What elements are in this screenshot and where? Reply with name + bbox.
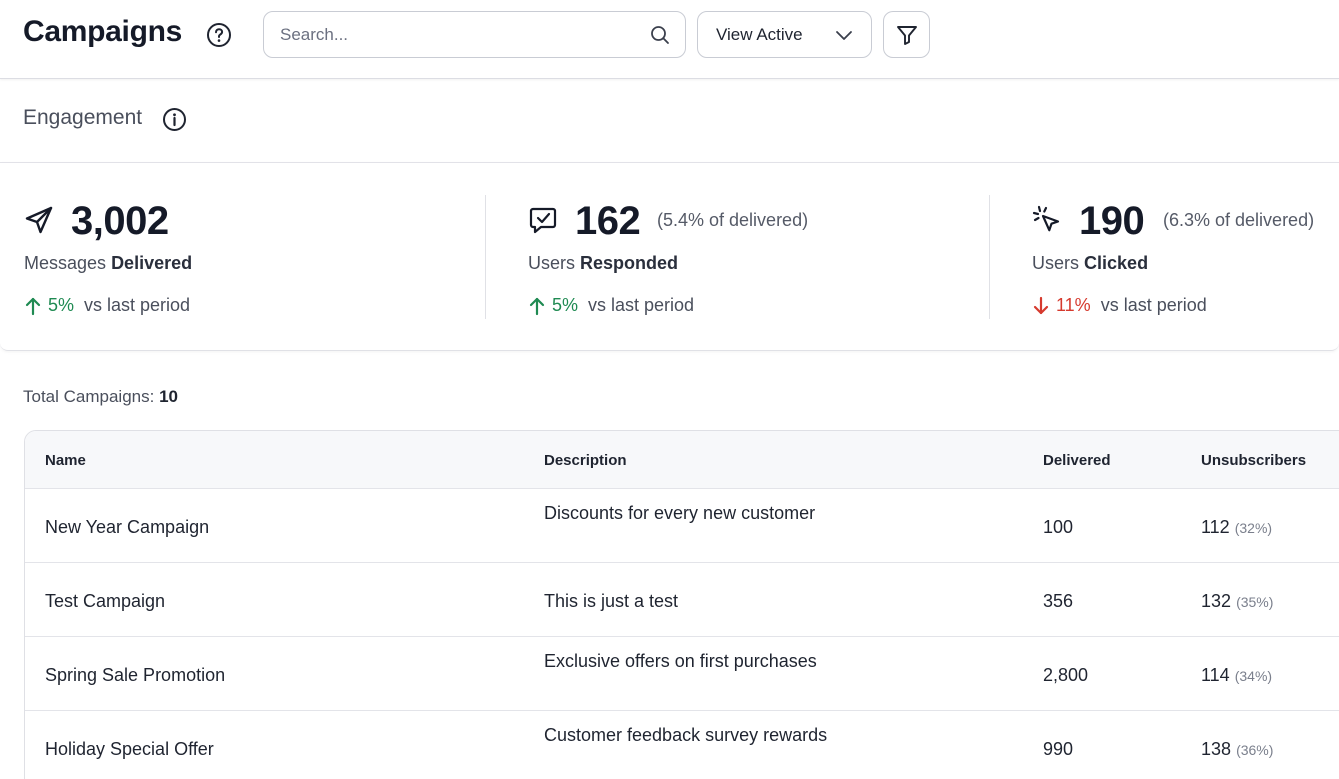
campaign-delivered: 2,800	[1043, 665, 1089, 685]
trend-suffix: vs last period	[84, 295, 191, 315]
campaign-delivered: 356	[1043, 591, 1074, 611]
cursor-click-icon	[1032, 205, 1060, 232]
search-input[interactable]	[280, 12, 640, 57]
page-title: Campaigns	[23, 15, 183, 48]
chevron-down-icon	[836, 31, 852, 40]
campaign-name: Spring Sale Promotion	[45, 665, 226, 685]
info-icon[interactable]	[162, 107, 187, 132]
table-header: Name Description Delivered Unsubscribers	[25, 431, 1339, 488]
stat-divider	[989, 195, 990, 319]
stat-users-responded: 162 (5.4% of delivered) Users Responded …	[528, 163, 968, 351]
stat-label: Messages Delivered	[24, 253, 193, 273]
campaign-name: New Year Campaign	[45, 517, 210, 537]
table-row[interactable]: Holiday Special Offer Customer feedback …	[25, 710, 1339, 779]
engagement-heading: Engagement	[23, 106, 143, 129]
search-icon[interactable]	[649, 24, 671, 46]
filter-button[interactable]	[883, 11, 930, 58]
stat-percentage: (5.4% of delivered)	[657, 210, 809, 230]
campaign-delivered: 990	[1043, 739, 1074, 759]
stat-value: 3,002	[71, 199, 169, 243]
page-header: Campaigns View Active	[0, 0, 1339, 79]
trend-value: 5%	[552, 295, 579, 315]
stat-trend: 5% vs last period	[24, 295, 190, 316]
view-filter-dropdown[interactable]: View Active	[697, 11, 872, 58]
view-filter-label: View Active	[716, 25, 803, 44]
engagement-stats: 3,002 Messages Delivered 5% vs last peri…	[0, 163, 1339, 351]
campaign-description: Exclusive offers on first purchases	[544, 651, 817, 671]
arrow-down-icon	[1033, 296, 1049, 314]
stat-trend: 11% vs last period	[1032, 295, 1207, 316]
stat-label: Users Clicked	[1032, 253, 1149, 273]
campaigns-table: Name Description Delivered Unsubscribers…	[24, 430, 1339, 779]
trend-suffix: vs last period	[1100, 295, 1207, 315]
campaign-name: Holiday Special Offer	[45, 739, 214, 759]
column-header-unsubscribers[interactable]: Unsubscribers	[1201, 452, 1306, 469]
stat-percentage: (6.3% of delivered)	[1163, 210, 1315, 230]
total-campaigns: Total Campaigns: 10	[23, 387, 178, 406]
stat-value: 190	[1079, 199, 1145, 243]
help-icon[interactable]	[206, 22, 232, 48]
stat-divider	[485, 195, 486, 319]
search-box[interactable]	[263, 11, 686, 58]
trend-value: 5%	[48, 295, 75, 315]
table-row[interactable]: New Year Campaign Discounts for every ne…	[25, 488, 1339, 562]
campaign-unsubscribers: 114 (34%)	[1201, 665, 1273, 685]
stat-trend: 5% vs last period	[528, 295, 694, 316]
total-count: 10	[159, 387, 178, 406]
column-header-delivered[interactable]: Delivered	[1043, 452, 1111, 469]
campaign-description: Discounts for every new customer	[544, 503, 816, 523]
table-row[interactable]: Test Campaign This is just a test 356 13…	[25, 562, 1339, 636]
column-header-description[interactable]: Description	[544, 452, 627, 469]
campaign-delivered: 100	[1043, 517, 1074, 537]
message-check-icon	[529, 207, 557, 234]
arrow-up-icon	[529, 297, 545, 315]
column-header-name[interactable]: Name	[45, 452, 86, 469]
stat-value: 162	[575, 199, 641, 243]
stat-label: Users Responded	[528, 253, 679, 273]
campaign-unsubscribers: 138 (36%)	[1201, 739, 1274, 759]
stat-users-clicked: 190 (6.3% of delivered) Users Clicked 11…	[1032, 163, 1339, 351]
campaign-unsubscribers: 132 (35%)	[1201, 591, 1274, 611]
filter-icon	[897, 26, 917, 45]
campaign-description: This is just a test	[544, 591, 679, 611]
campaign-unsubscribers: 112 (32%)	[1201, 517, 1273, 537]
trend-suffix: vs last period	[588, 295, 695, 315]
arrow-up-icon	[25, 297, 41, 315]
campaign-name: Test Campaign	[45, 591, 166, 611]
trend-value: 11%	[1056, 295, 1091, 315]
table-row[interactable]: Spring Sale Promotion Exclusive offers o…	[25, 636, 1339, 710]
send-icon	[25, 206, 53, 234]
campaign-description: Customer feedback survey rewards	[544, 725, 828, 745]
stat-messages-delivered: 3,002 Messages Delivered 5% vs last peri…	[24, 163, 464, 351]
